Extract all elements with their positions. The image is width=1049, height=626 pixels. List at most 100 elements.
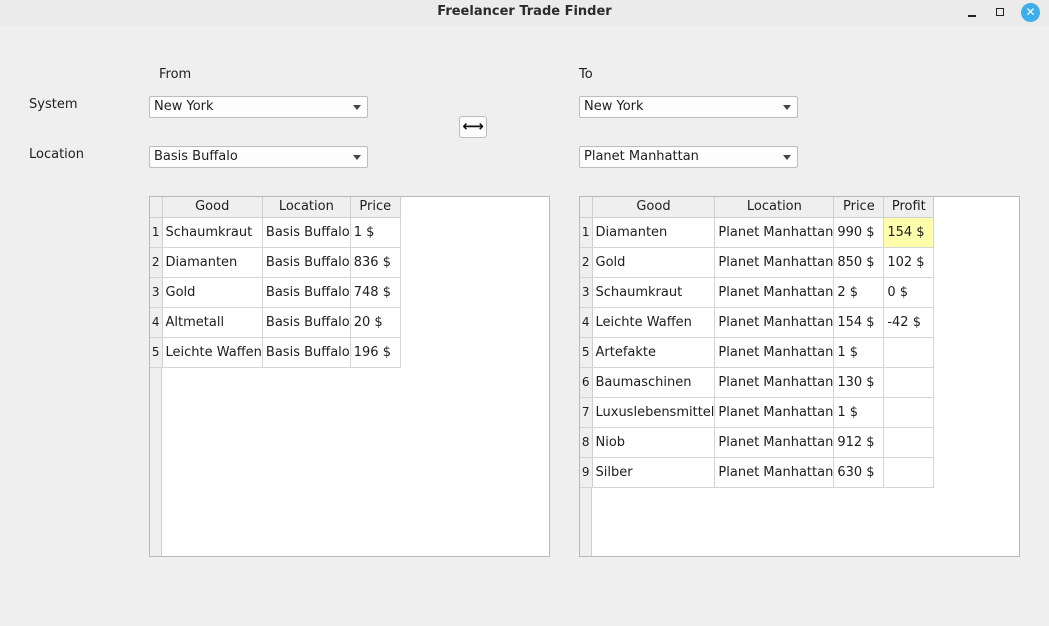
cell-location[interactable]: Planet Manhattan: [714, 217, 835, 248]
column-header-profit[interactable]: Profit: [883, 197, 935, 218]
row-number[interactable]: 5: [580, 337, 593, 368]
row-number[interactable]: 1: [580, 217, 593, 248]
cell-price[interactable]: 130 $: [833, 367, 885, 398]
cell-good[interactable]: Leichte Waffen: [162, 337, 263, 368]
cell-price[interactable]: 1 $: [833, 397, 885, 428]
column-header-good[interactable]: Good: [592, 197, 716, 218]
cell-price[interactable]: 1 $: [350, 217, 401, 248]
cell-price[interactable]: 20 $: [350, 307, 401, 338]
from-system-combobox[interactable]: New York: [149, 96, 368, 118]
cell-location[interactable]: Planet Manhattan: [714, 427, 835, 458]
column-header-good[interactable]: Good: [162, 197, 263, 218]
cell-location[interactable]: Planet Manhattan: [714, 457, 835, 488]
cell-profit[interactable]: [883, 457, 935, 488]
to-location-value: Planet Manhattan: [584, 149, 699, 164]
cell-good[interactable]: Schaumkraut: [162, 217, 263, 248]
cell-location[interactable]: Planet Manhattan: [714, 307, 835, 338]
cell-good[interactable]: Baumaschinen: [592, 367, 716, 398]
to-table[interactable]: Good Location Price Profit 1 Diamanten Pla…: [579, 196, 1020, 557]
cell-good[interactable]: Gold: [592, 247, 716, 278]
close-icon[interactable]: ✕: [1021, 3, 1040, 22]
maximize-icon[interactable]: [991, 3, 1011, 23]
table-row[interactable]: 2 Gold Planet Manhattan 850 $102 $: [580, 247, 935, 278]
cell-good[interactable]: Diamanten: [162, 247, 263, 278]
cell-good[interactable]: Artefakte: [592, 337, 716, 368]
row-number[interactable]: 9: [580, 457, 593, 488]
cell-location[interactable]: Planet Manhattan: [714, 397, 835, 428]
table-row[interactable]: 5 Artefakte Planet Manhattan 1 $: [580, 337, 935, 368]
row-number[interactable]: 5: [150, 337, 163, 368]
cell-good[interactable]: Luxuslebensmittel: [592, 397, 716, 428]
cell-profit[interactable]: [883, 367, 935, 398]
table-row[interactable]: 4 Leichte Waffen Planet Manhattan 154 $ -42 …: [580, 307, 935, 338]
cell-price[interactable]: 912 $: [833, 427, 885, 458]
row-number[interactable]: 8: [580, 427, 593, 458]
cell-price[interactable]: 154 $: [833, 307, 885, 338]
table-row[interactable]: 2 Diamanten Basis Buffalo 836 $: [150, 247, 401, 278]
cell-location[interactable]: Basis Buffalo: [262, 307, 351, 338]
cell-price[interactable]: 990 $: [833, 217, 885, 248]
cell-profit[interactable]: 154 $: [883, 217, 935, 248]
cell-profit[interactable]: [883, 427, 935, 458]
cell-price[interactable]: 2 $: [833, 277, 885, 308]
column-header-price[interactable]: Price: [350, 197, 401, 218]
row-number[interactable]: 7: [580, 397, 593, 428]
row-number[interactable]: 4: [580, 307, 593, 338]
cell-location[interactable]: Planet Manhattan: [714, 277, 835, 308]
to-system-combobox[interactable]: New York: [579, 96, 798, 118]
cell-location[interactable]: Basis Buffalo: [262, 337, 351, 368]
cell-good[interactable]: Altmetall: [162, 307, 263, 338]
table-row[interactable]: 5 Leichte Waffen Basis Buffalo 196 $: [150, 337, 401, 368]
table-row[interactable]: 3 Schaumkraut Planet Manhattan 2 $0 $: [580, 277, 935, 308]
cell-good[interactable]: Silber: [592, 457, 716, 488]
cell-price[interactable]: 850 $: [833, 247, 885, 278]
table-row[interactable]: 1 Diamanten Planet Manhattan 990 $154 $: [580, 217, 935, 248]
row-number[interactable]: 6: [580, 367, 593, 398]
table-row[interactable]: 6 Baumaschinen Planet Manhattan 130 $: [580, 367, 935, 398]
row-number[interactable]: 4: [150, 307, 163, 338]
cell-price[interactable]: 630 $: [833, 457, 885, 488]
row-number[interactable]: 1: [150, 217, 163, 248]
cell-profit[interactable]: [883, 397, 935, 428]
cell-location[interactable]: Basis Buffalo: [262, 277, 351, 308]
cell-location[interactable]: Planet Manhattan: [714, 247, 835, 278]
cell-location[interactable]: Planet Manhattan: [714, 337, 835, 368]
cell-profit[interactable]: 0 $: [883, 277, 935, 308]
table-corner[interactable]: [580, 197, 593, 218]
row-number[interactable]: 2: [580, 247, 593, 278]
cell-price[interactable]: 748 $: [350, 277, 401, 308]
cell-price[interactable]: 1 $: [833, 337, 885, 368]
cell-profit[interactable]: [883, 337, 935, 368]
swap-button[interactable]: ⟷: [459, 116, 487, 138]
cell-good[interactable]: Leichte Waffen: [592, 307, 716, 338]
table-row[interactable]: 7 Luxuslebensmittel Planet Manhattan 1 $: [580, 397, 935, 428]
from-table[interactable]: Good Location Price 1 Schaumkraut Basis Bu…: [149, 196, 550, 557]
to-location-combobox[interactable]: Planet Manhattan: [579, 146, 798, 168]
table-row[interactable]: 8 Niob Planet Manhattan 912 $: [580, 427, 935, 458]
cell-location[interactable]: Basis Buffalo: [262, 247, 351, 278]
cell-good[interactable]: Diamanten: [592, 217, 716, 248]
table-corner[interactable]: [150, 197, 163, 218]
table-row[interactable]: 9 Silber Planet Manhattan 630 $: [580, 457, 935, 488]
cell-price[interactable]: 836 $: [350, 247, 401, 278]
table-row[interactable]: 3 Gold Basis Buffalo 748 $: [150, 277, 401, 308]
cell-location[interactable]: Planet Manhattan: [714, 367, 835, 398]
column-header-location[interactable]: Location: [714, 197, 835, 218]
cell-good[interactable]: Gold: [162, 277, 263, 308]
table-row[interactable]: 1 Schaumkraut Basis Buffalo 1 $: [150, 217, 401, 248]
minimize-icon[interactable]: [962, 3, 982, 23]
row-number[interactable]: 3: [580, 277, 593, 308]
cell-price[interactable]: 196 $: [350, 337, 401, 368]
from-location-combobox[interactable]: Basis Buffalo: [149, 146, 368, 168]
table-row[interactable]: 4 Altmetall Basis Buffalo 20 $: [150, 307, 401, 338]
row-number[interactable]: 2: [150, 247, 163, 278]
row-number[interactable]: 3: [150, 277, 163, 308]
cell-location[interactable]: Basis Buffalo: [262, 217, 351, 248]
column-header-price[interactable]: Price: [833, 197, 885, 218]
cell-profit[interactable]: 102 $: [883, 247, 935, 278]
chevron-down-icon: [353, 155, 361, 160]
cell-good[interactable]: Niob: [592, 427, 716, 458]
cell-good[interactable]: Schaumkraut: [592, 277, 716, 308]
cell-profit[interactable]: -42 $: [883, 307, 935, 338]
column-header-location[interactable]: Location: [262, 197, 351, 218]
